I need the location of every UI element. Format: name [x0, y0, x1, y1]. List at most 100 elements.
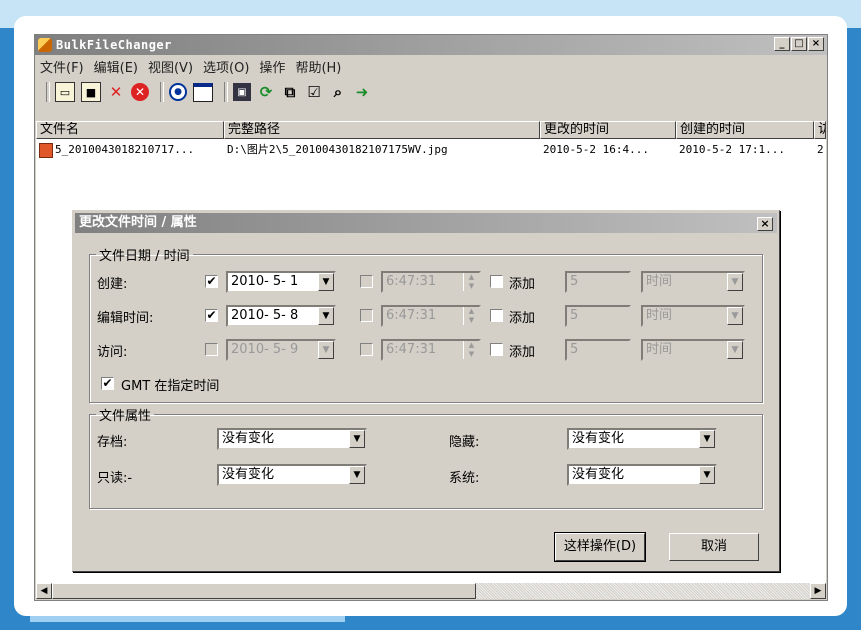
stop-icon[interactable]: ✕	[131, 83, 149, 101]
window-icon[interactable]	[193, 82, 213, 102]
gmt-checkbox[interactable]: ✔	[101, 377, 114, 390]
accessed-time-field[interactable]: 6:47:31 ▲ ▼	[381, 339, 481, 361]
gmt-label: GMT 在指定时间	[121, 379, 220, 394]
menu-view[interactable]: 视图(V)	[148, 57, 193, 76]
minimize-button[interactable]: _	[774, 37, 790, 51]
modified-date-picker[interactable]: 2010- 5- 8 ▼	[226, 305, 336, 327]
search-icon[interactable]: ⌕	[329, 83, 347, 101]
system-select[interactable]: 没有变化 ▼	[567, 464, 717, 486]
menu-help[interactable]: 帮助(H)	[295, 57, 341, 76]
modified-add-label: 添加	[509, 311, 536, 326]
column-header-path[interactable]: 完整路径	[224, 121, 540, 139]
created-unit-select[interactable]: 时间 ▼	[641, 271, 745, 293]
created-time-checkbox[interactable]	[360, 275, 373, 288]
created-date-picker[interactable]: 2010- 5- 1 ▼	[226, 271, 336, 293]
modified-unit-select[interactable]: 时间 ▼	[641, 305, 745, 327]
filename-text: 5_2010043018210717...	[55, 143, 195, 156]
modified-unit-value: 时间	[646, 308, 673, 323]
accessed-label: 访问:	[97, 345, 128, 360]
created-unit-value: 时间	[646, 274, 673, 289]
archive-value: 没有变化	[222, 431, 275, 446]
readonly-label: 只读:-	[97, 471, 133, 486]
maximize-button[interactable]: □	[791, 37, 807, 51]
spinner-icon[interactable]: ▲ ▼	[463, 307, 479, 325]
created-add-checkbox[interactable]	[490, 275, 503, 288]
spinner-icon[interactable]: ▲ ▼	[463, 341, 479, 359]
title-bar[interactable]: BulkFileChanger _ □ ×	[35, 35, 827, 55]
hidden-value: 没有变化	[572, 431, 625, 446]
created-checkbox[interactable]: ✔	[205, 275, 218, 288]
created-add-value[interactable]: 5	[565, 271, 631, 293]
chevron-down-icon[interactable]: ▼	[349, 466, 365, 484]
accessed-time-checkbox[interactable]	[360, 343, 373, 356]
change-time-dialog: 更改文件时间 / 属性 × 文件日期 / 时间 创建: ✔ 2010- 5- 1…	[72, 210, 780, 572]
chevron-down-icon[interactable]: ▼	[727, 307, 743, 325]
horizontal-scrollbar[interactable]: ◀ ▶	[36, 583, 826, 599]
scroll-left-button[interactable]: ◀	[36, 583, 52, 599]
exit-icon[interactable]: ➜	[353, 83, 371, 101]
accessed-date-picker[interactable]: 2010- 5- 9 ▼	[226, 339, 336, 361]
column-header-access[interactable]: 访	[814, 121, 826, 139]
window-controls: _ □ ×	[774, 37, 824, 51]
modified-add-value[interactable]: 5	[565, 305, 631, 327]
modified-add-checkbox[interactable]	[490, 309, 503, 322]
hidden-select[interactable]: 没有变化 ▼	[567, 428, 717, 450]
clock-icon[interactable]: ●	[169, 83, 187, 101]
accessed-add-value[interactable]: 5	[565, 339, 631, 361]
modified-date-value: 2010- 5- 8	[231, 308, 299, 323]
toolbar-separator	[160, 82, 164, 102]
chip-icon[interactable]: ■	[81, 82, 101, 102]
dialog-close-button[interactable]: ×	[757, 217, 773, 231]
menu-options[interactable]: 选项(O)	[203, 57, 249, 76]
refresh-icon[interactable]: ⟳	[257, 83, 275, 101]
cell-path: D:\图片2\5_20100430182107175WV.jpg	[227, 143, 448, 156]
save-icon[interactable]: ▣	[233, 83, 251, 101]
accessed-unit-select[interactable]: 时间 ▼	[641, 339, 745, 361]
close-button[interactable]: ×	[808, 37, 824, 51]
chevron-down-icon[interactable]: ▼	[318, 341, 334, 359]
accessed-checkbox[interactable]	[205, 343, 218, 356]
delete-x-icon[interactable]: ✕	[107, 83, 125, 101]
chevron-down-icon[interactable]: ▼	[699, 466, 715, 484]
toolbar-separator	[224, 82, 228, 102]
column-header-created[interactable]: 创建的时间	[676, 121, 814, 139]
scroll-right-button[interactable]: ▶	[810, 583, 826, 599]
date-time-group-title: 文件日期 / 时间	[99, 249, 190, 264]
modified-checkbox[interactable]: ✔	[205, 309, 218, 322]
menu-actions[interactable]: 操作	[259, 57, 285, 76]
window-title: BulkFileChanger	[56, 38, 172, 52]
app-icon	[38, 38, 52, 52]
hidden-label: 隐藏:	[449, 435, 480, 450]
menu-edit[interactable]: 编辑(E)	[94, 57, 138, 76]
chevron-down-icon[interactable]: ▼	[318, 307, 334, 325]
attributes-group: 文件属性	[89, 405, 763, 509]
dialog-title[interactable]: 更改文件时间 / 属性	[75, 213, 777, 233]
modified-time-checkbox[interactable]	[360, 309, 373, 322]
cell-created: 2010-5-2 17:1...	[679, 143, 785, 156]
apply-button[interactable]: 这样操作(D)	[554, 532, 646, 562]
accessed-add-label: 添加	[509, 345, 536, 360]
accessed-add-checkbox[interactable]	[490, 343, 503, 356]
cancel-button[interactable]: 取消	[669, 533, 759, 561]
open-folder-icon[interactable]: ▭	[55, 82, 75, 102]
modified-time-field[interactable]: 6:47:31 ▲ ▼	[381, 305, 481, 327]
column-header-modified[interactable]: 更改的时间	[540, 121, 676, 139]
chevron-down-icon[interactable]: ▼	[318, 273, 334, 291]
menu-file[interactable]: 文件(F)	[40, 57, 84, 76]
spinner-icon[interactable]: ▲ ▼	[463, 273, 479, 291]
chevron-down-icon[interactable]: ▼	[727, 273, 743, 291]
chevron-down-icon[interactable]: ▼	[727, 341, 743, 359]
table-row[interactable]: 5_2010043018210717... D:\图片2\5_201004301…	[36, 141, 826, 159]
copy-icon[interactable]: ⧉	[281, 83, 299, 101]
readonly-select[interactable]: 没有变化 ▼	[217, 464, 367, 486]
created-add-label: 添加	[509, 277, 536, 292]
created-time-value: 6:47:31	[386, 274, 437, 289]
column-header-filename[interactable]: 文件名	[36, 121, 224, 139]
archive-select[interactable]: 没有变化 ▼	[217, 428, 367, 450]
properties-icon[interactable]: ☑	[305, 83, 323, 101]
chevron-down-icon[interactable]: ▼	[349, 430, 365, 448]
chevron-down-icon[interactable]: ▼	[699, 430, 715, 448]
created-time-field[interactable]: 6:47:31 ▲ ▼	[381, 271, 481, 293]
scroll-thumb[interactable]	[52, 583, 476, 599]
toolbar: ▭ ■ ✕ ✕ ● ▣ ⟳ ⧉ ☑ ⌕ ➜	[35, 79, 377, 105]
